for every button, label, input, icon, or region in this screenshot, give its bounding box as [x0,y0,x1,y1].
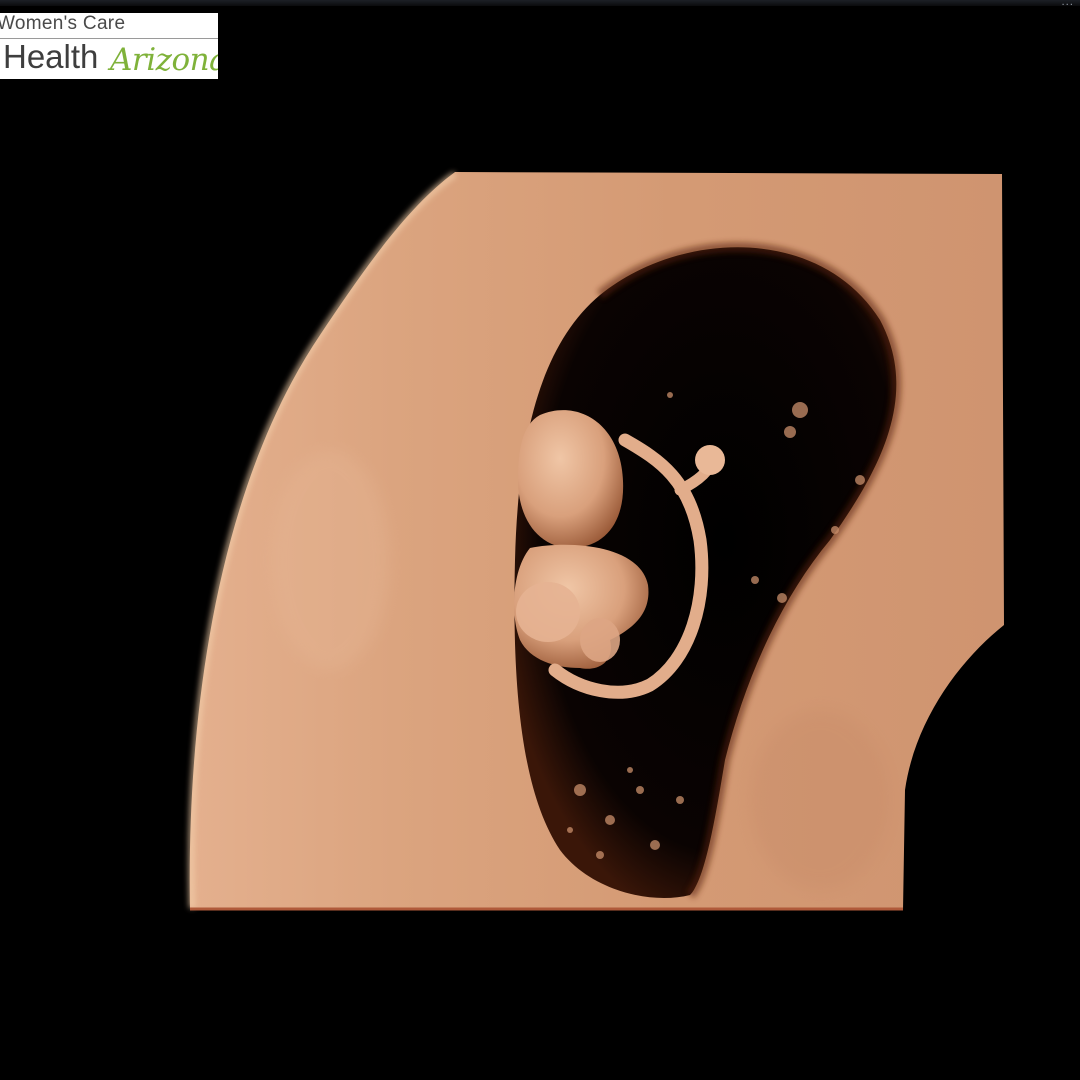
logo-line-1: Women's Care [0,13,126,34]
clinic-logo: Women's Care Health Arizona [0,13,218,79]
logo-line-2-script: Arizona [110,42,218,78]
logo-line-2-main: Health [3,38,99,75]
ultrasound-image [188,171,1004,911]
ultrasound-viewer: ... Women's Care Health Arizona [0,0,1080,1080]
